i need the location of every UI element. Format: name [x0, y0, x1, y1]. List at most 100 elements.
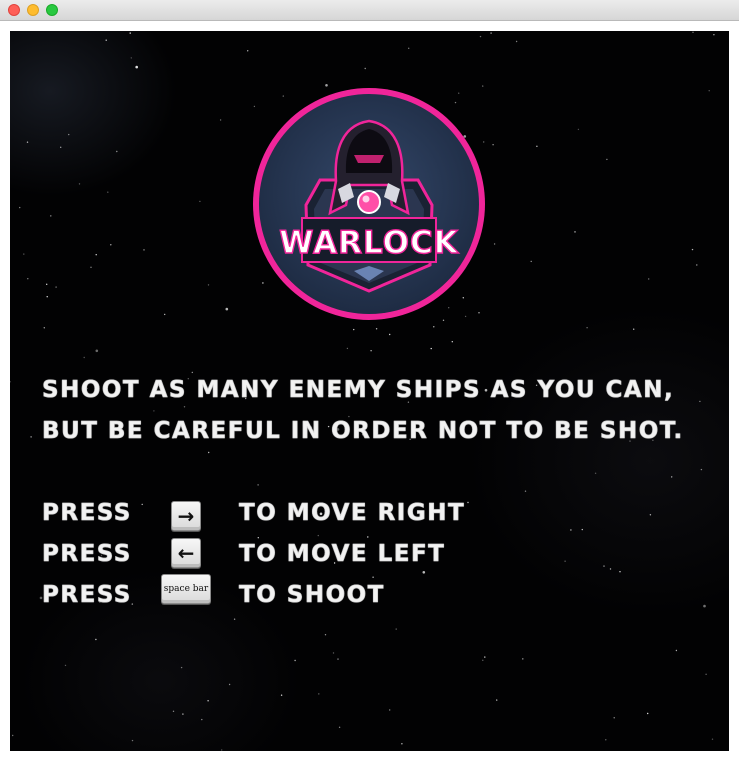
star	[324, 634, 327, 636]
press-label: Press	[42, 582, 132, 609]
star	[493, 243, 496, 245]
star	[577, 128, 580, 131]
star	[711, 738, 714, 740]
star	[564, 560, 566, 562]
star	[372, 576, 374, 578]
star	[408, 47, 410, 49]
star	[484, 656, 486, 658]
star	[522, 658, 524, 660]
app-window: WARLOCK Shoot as many enemy ships as you…	[0, 0, 739, 759]
star	[619, 571, 621, 573]
star	[182, 713, 184, 715]
star	[257, 484, 259, 486]
star	[12, 734, 14, 737]
star	[346, 347, 349, 350]
star	[130, 57, 132, 59]
star	[23, 253, 25, 255]
star	[180, 666, 183, 669]
star	[131, 739, 134, 742]
star	[95, 638, 97, 641]
star	[280, 694, 283, 696]
star	[633, 328, 635, 330]
star	[207, 700, 209, 702]
star	[524, 490, 527, 492]
star	[95, 349, 99, 353]
left-arrow-key-icon: ←	[171, 538, 201, 568]
star	[172, 710, 175, 712]
star	[105, 39, 107, 41]
instructions-line-2: but be careful in order not to be shot.	[42, 418, 684, 445]
star	[648, 278, 650, 280]
star	[221, 749, 223, 751]
star	[375, 328, 378, 330]
star	[332, 652, 335, 654]
star	[208, 451, 210, 454]
star	[141, 503, 143, 506]
star	[164, 313, 166, 316]
star	[318, 693, 320, 695]
star	[492, 144, 494, 146]
star	[225, 307, 229, 311]
star	[135, 65, 138, 69]
right-arrow-key-icon: →	[171, 501, 201, 531]
move-right-label: to move right	[239, 500, 466, 527]
star	[713, 34, 715, 36]
move-left-label: to move left	[239, 541, 446, 568]
star	[191, 371, 193, 374]
star	[586, 327, 588, 329]
star	[570, 529, 572, 531]
star	[536, 145, 538, 147]
star	[201, 718, 203, 721]
star	[30, 436, 32, 438]
star	[68, 133, 70, 136]
star	[708, 90, 710, 92]
star	[43, 327, 45, 329]
star	[479, 35, 482, 38]
shoot-label: to shoot	[239, 582, 385, 609]
star	[107, 191, 109, 193]
star	[95, 254, 97, 256]
star	[10, 381, 11, 383]
minimize-window-button[interactable]	[27, 4, 39, 16]
star	[613, 717, 615, 719]
star	[705, 673, 707, 675]
star	[64, 664, 67, 667]
star	[257, 537, 259, 539]
star	[60, 146, 62, 148]
maximize-window-button[interactable]	[46, 4, 58, 16]
star	[50, 215, 52, 217]
star	[233, 618, 236, 620]
star	[430, 347, 432, 350]
star	[207, 284, 210, 286]
game-canvas[interactable]: WARLOCK Shoot as many enemy ships as you…	[10, 31, 729, 751]
star	[367, 536, 369, 538]
star	[389, 709, 391, 711]
star	[19, 206, 21, 209]
magic-orb-icon	[357, 190, 381, 214]
star	[83, 356, 85, 359]
press-label: Press	[42, 500, 132, 527]
star	[199, 200, 201, 203]
star	[27, 278, 29, 280]
star	[228, 683, 231, 686]
warlock-logo: WARLOCK	[253, 88, 485, 320]
star	[515, 40, 518, 43]
star	[46, 296, 48, 298]
star	[153, 410, 155, 412]
star	[606, 158, 608, 161]
star	[605, 739, 607, 741]
star	[110, 244, 112, 246]
star	[55, 286, 57, 288]
star	[649, 514, 652, 516]
star	[482, 659, 484, 661]
press-label: Press	[42, 541, 132, 568]
star	[490, 32, 492, 34]
star	[703, 604, 706, 608]
star	[395, 628, 397, 630]
star	[294, 659, 296, 662]
star	[451, 341, 453, 343]
close-window-button[interactable]	[8, 4, 20, 16]
star	[594, 472, 597, 474]
star	[401, 743, 403, 745]
star	[691, 248, 694, 251]
